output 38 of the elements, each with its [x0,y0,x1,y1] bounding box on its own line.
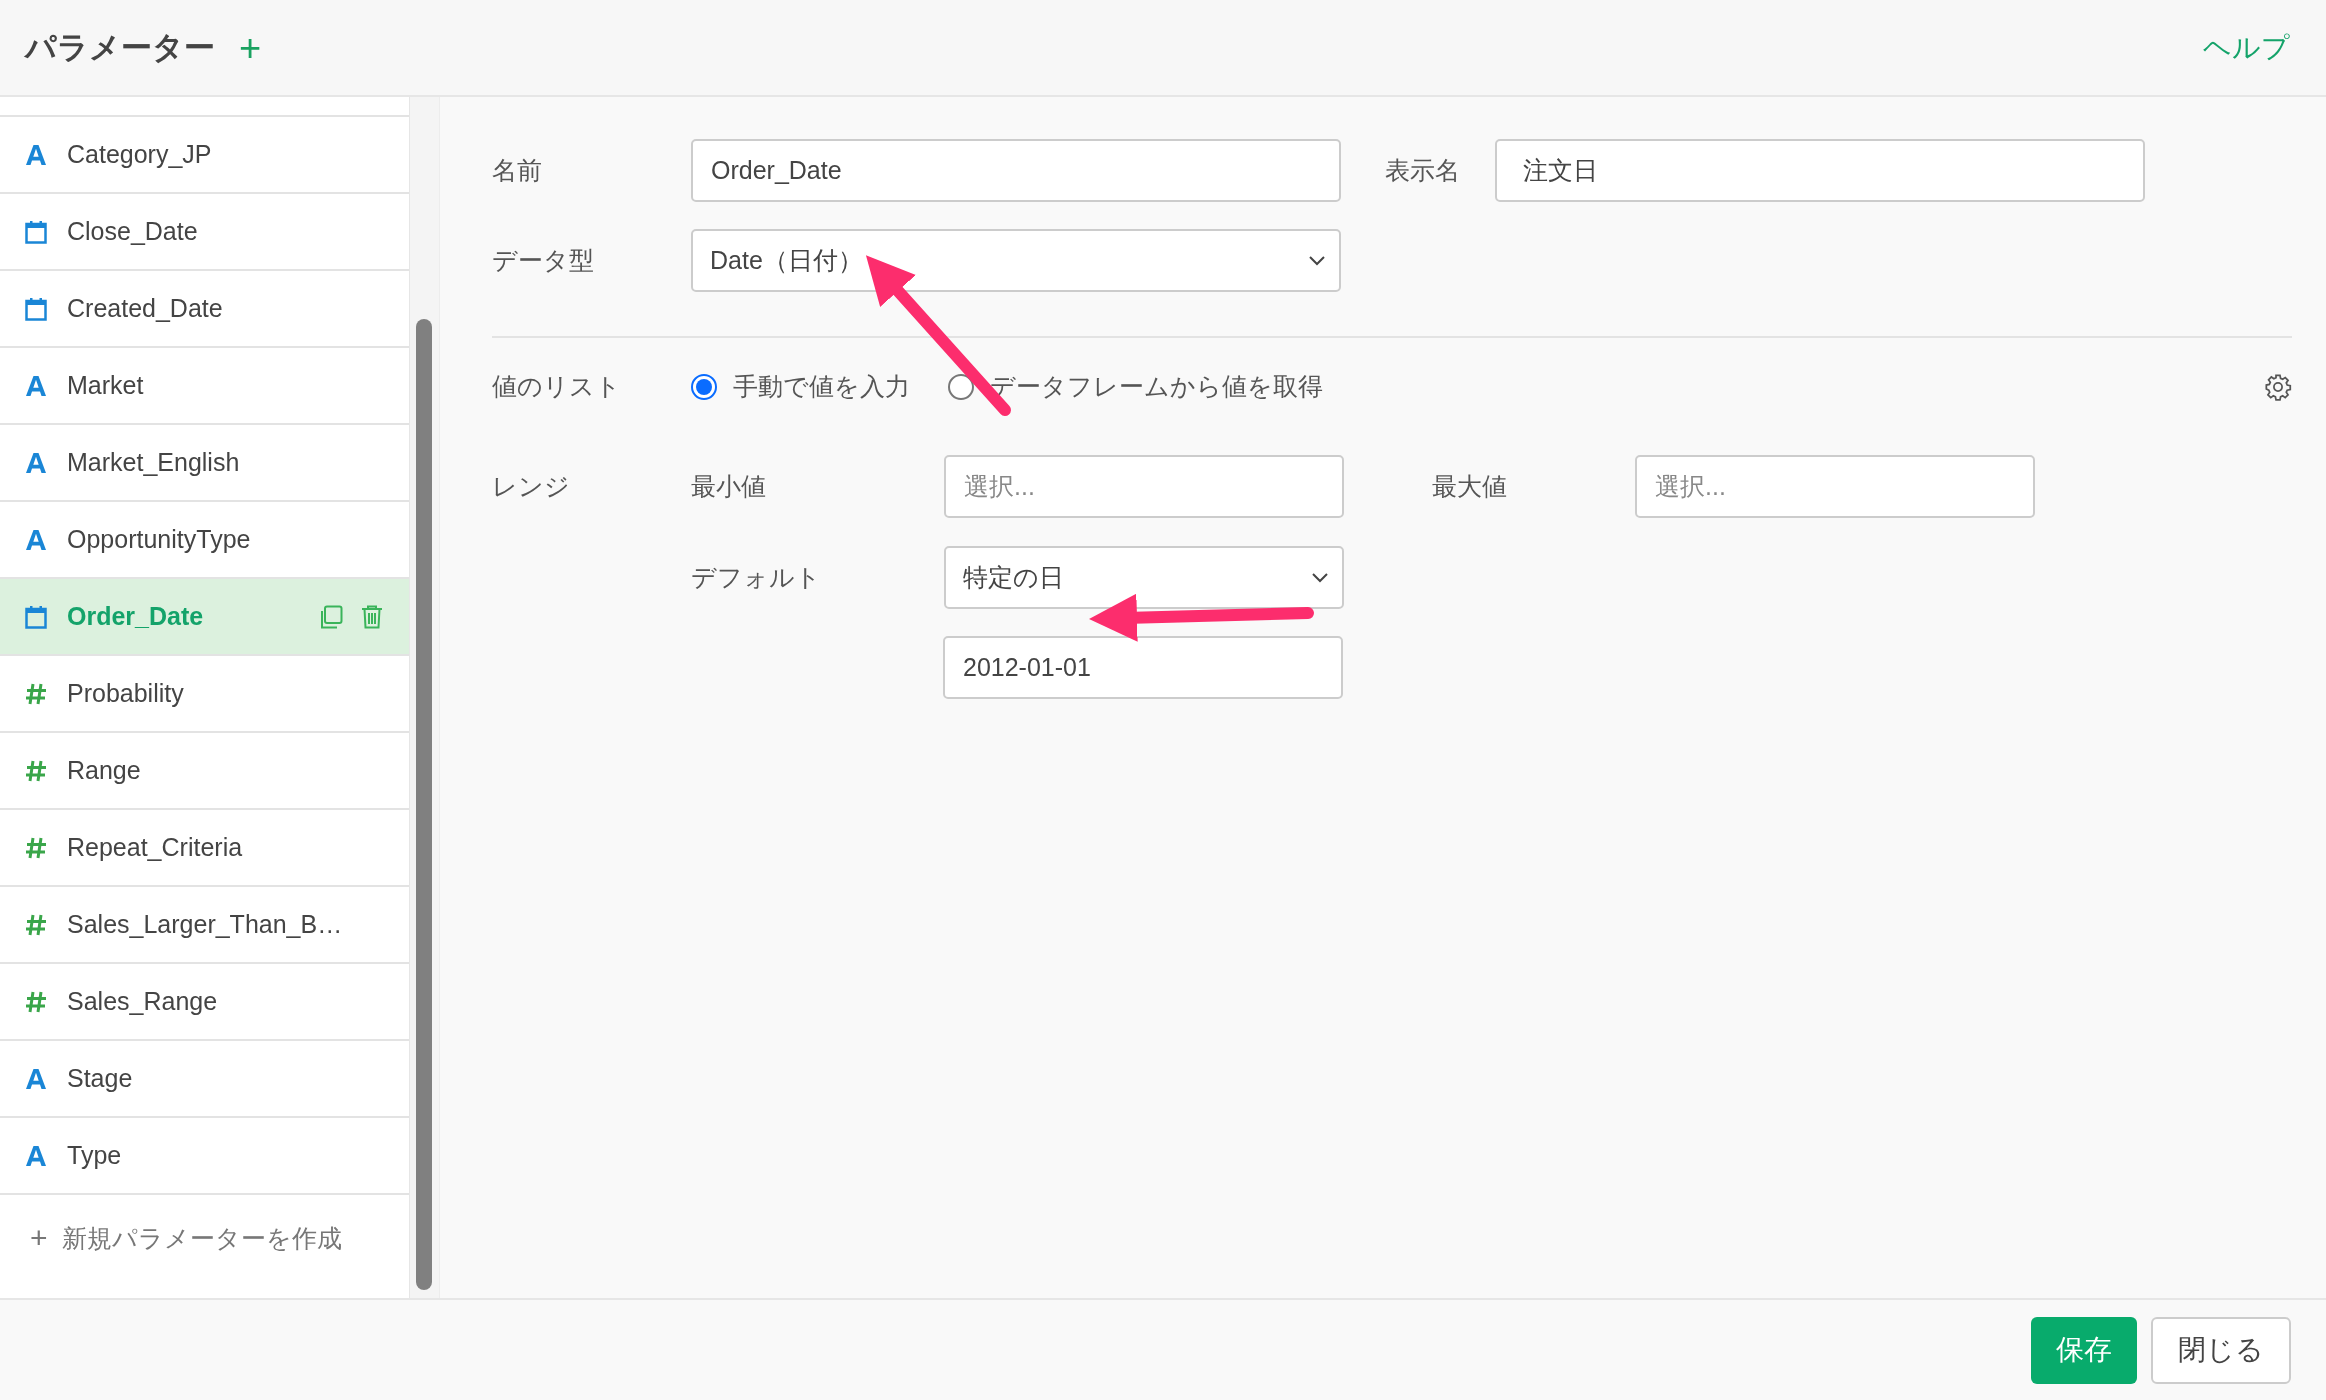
hash-icon [25,759,47,782]
letter-a-icon [25,143,47,166]
letter-a-icon [25,451,47,474]
date-input[interactable]: 2012-01-01 [943,636,1343,699]
calendar-icon [25,296,47,321]
scrollbar-thumb[interactable] [416,319,432,1290]
radio-option[interactable]: 手動で値を入力 [691,370,910,403]
settings-icon[interactable] [2264,372,2292,401]
letter-a-icon [25,1067,47,1090]
display-name-input[interactable]: 注文日 [1495,139,2145,202]
min-value-input[interactable]: 選択... [944,455,1344,518]
chevron-down-icon [1309,255,1325,266]
field-label: データ型 [492,245,595,276]
field-label: 名前 [492,155,543,186]
hash-icon [25,913,47,936]
letter-a-icon [25,528,47,551]
field-label: 表示名 [1385,155,1461,186]
close-button[interactable]: 閉じる [2151,1316,2291,1384]
name-input[interactable]: Order_Date [691,139,1341,202]
calendar-icon [25,219,47,244]
letter-a-icon [25,1144,47,1167]
trash-icon[interactable] [361,604,383,629]
page-title: パラメーター [25,28,215,67]
copy-icon[interactable] [319,604,343,629]
hash-icon [25,836,47,859]
field-label: 値のリスト [492,371,622,402]
letter-a-icon [25,374,47,397]
field-label: レンジ [492,471,571,502]
chevron-down-icon [1312,572,1328,583]
max-value-input[interactable]: 選択... [1635,455,2035,518]
data-type-select[interactable]: Date（日付） [691,229,1341,292]
field-label: 最大値 [1431,471,1508,502]
calendar-icon [25,604,47,629]
hash-icon [25,990,47,1013]
default-select[interactable]: 特定の日 [944,546,1344,609]
field-label: 最小値 [691,471,767,502]
hash-icon [25,682,47,705]
field-label: デフォルト [691,562,822,593]
